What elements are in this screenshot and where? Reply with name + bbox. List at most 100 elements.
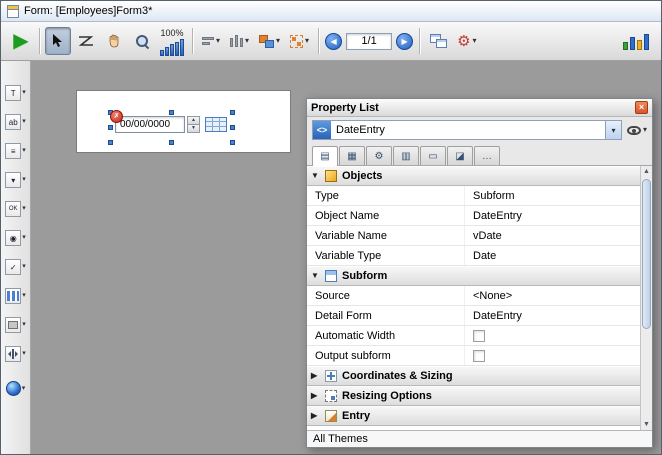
next-page-button[interactable]: ▶ [396,33,413,50]
section-header-subform[interactable]: ▼ Subform [307,266,640,286]
scroll-up-icon[interactable]: ▲ [641,168,652,175]
scroll-down-icon[interactable]: ▼ [641,421,652,428]
property-list-title-bar[interactable]: Property List × [307,99,652,117]
chevron-down-icon: ▾ [22,205,26,213]
dropdown-list-tool[interactable]: ▾ ▾ [5,172,26,188]
button-tool-icon: OK [5,201,21,217]
section-header-resizing-options[interactable]: ▶ Resizing Options [307,386,640,406]
splitter-tool[interactable]: ▾ [5,346,26,362]
object-selector-combo[interactable]: <> DateEntry ▾ [312,120,622,140]
property-list-scrollbar[interactable]: ▲ ▼ [640,166,652,430]
property-row-variable-type: Variable Type Date [307,246,640,266]
tab-more[interactable]: … [474,146,500,165]
themes-filter[interactable]: All Themes [307,430,652,447]
chevron-down-icon[interactable]: ▾ [605,121,621,139]
input-field-tool[interactable]: ab ▾ [5,114,26,130]
zoom-bars-icon[interactable] [160,39,184,56]
zoom-control[interactable]: 100% [160,26,184,56]
section-header-coordinates-sizing[interactable]: ▶ Coordinates & Sizing [307,366,640,386]
stepper-down-icon[interactable]: ▼ [187,125,200,133]
collapse-triangle-icon[interactable]: ▼ [311,172,320,180]
selection-handle[interactable] [169,110,174,115]
close-icon[interactable]: × [635,101,648,114]
collapse-triangle-icon[interactable]: ▶ [311,392,320,400]
distribute-objects-dropdown[interactable]: ▾ [226,27,253,55]
pointer-icon [52,34,64,48]
selection-handle[interactable] [230,110,235,115]
calendar-grid-icon[interactable] [205,117,227,132]
tab-settings[interactable]: ⚙ [366,146,392,165]
selection-handle[interactable] [230,125,235,130]
layering-dropdown[interactable]: ▾ [255,27,284,55]
selection-handle[interactable] [108,140,113,145]
entry-order-icon [78,35,94,47]
tab-appearance[interactable]: ◪ [447,146,473,165]
distribute-icon [230,35,243,47]
checkbox-unchecked[interactable] [473,350,485,362]
next-icon: ▶ [401,37,407,46]
checkbox-unchecked[interactable] [473,330,485,342]
tab-display[interactable]: ▭ [420,146,446,165]
radio-button-tool[interactable]: ◉ ▾ [5,230,26,246]
eye-icon [627,126,641,135]
chevron-down-icon: ▾ [22,234,26,242]
zoom-level-label: 100% [160,29,183,38]
collapse-triangle-icon[interactable]: ▼ [311,272,320,280]
chevron-down-icon: ▾ [22,118,26,126]
previous-page-button[interactable]: ◀ [325,33,342,50]
checkbox-tool[interactable]: ✓ ▾ [5,259,26,275]
chart-wizard-button[interactable] [621,27,655,55]
rectangle-tool[interactable]: ▾ [5,317,26,333]
hand-icon [107,34,121,48]
section-label: Objects [342,170,382,182]
list-tool-icon: ≡ [5,143,21,159]
text-tool[interactable]: T ▾ [5,85,26,101]
visibility-dropdown[interactable]: ▾ [627,126,647,135]
pointer-tool-button[interactable] [45,27,71,55]
property-row-type: Type Subform [307,186,640,206]
property-row-object-name: Object Name DateEntry [307,206,640,226]
form-canvas[interactable]: ✗ 00/00/0000 ▲ ▼ Property List × [31,61,661,454]
zoom-tool-button[interactable] [129,27,155,55]
title-bar[interactable]: Form: [Employees]Form3* [1,1,661,22]
stepper-up-icon[interactable]: ▲ [187,116,200,125]
property-row-output-subform: Output subform [307,346,640,366]
entry-order-tool-button[interactable] [73,27,99,55]
hand-tool-button[interactable] [101,27,127,55]
form-page-area[interactable]: ✗ 00/00/0000 ▲ ▼ [76,90,291,153]
list-box-tool[interactable]: ≡ ▾ [5,143,26,159]
tab-picture[interactable]: ▦ [339,146,365,165]
align-objects-dropdown[interactable]: ▾ [198,27,224,55]
tab-properties[interactable]: ▤ [312,146,338,166]
chevron-down-icon: ▾ [216,37,220,45]
settings-dropdown[interactable]: ⚙ ▾ [453,27,480,55]
button-tool[interactable]: OK ▾ [5,201,26,217]
run-icon: ▶ [13,31,28,51]
section-header-objects[interactable]: ▼ Objects [307,166,640,186]
date-stepper[interactable]: ▲ ▼ [187,116,200,133]
chevron-down-icon: ▾ [22,89,26,97]
collapse-triangle-icon[interactable]: ▶ [311,372,320,380]
object-selector-row: <> DateEntry ▾ ▾ [307,117,652,143]
selection-handle[interactable] [169,140,174,145]
run-form-button[interactable]: ▶ [8,27,34,55]
chevron-down-icon: ▾ [22,263,26,271]
gear-icon: ⚙ [457,34,470,49]
property-row-automatic-width: Automatic Width [307,326,640,346]
section-header-entry[interactable]: ▶ Entry [307,406,640,426]
scrollbar-thumb[interactable] [642,179,651,329]
property-row-source: Source <None> [307,286,640,306]
collapse-triangle-icon[interactable]: ▶ [311,412,320,420]
section-label: Resizing Options [342,390,432,402]
subform-area-tool[interactable]: ▾ [6,381,26,396]
selection-handle[interactable] [230,140,235,145]
button-grid-tool[interactable]: ▾ [5,288,26,304]
previous-icon: ◀ [330,37,336,46]
cube-icon [325,170,337,182]
windows-cascade-button[interactable] [425,27,451,55]
tab-data[interactable]: ▥ [393,146,419,165]
selection-handle[interactable] [108,125,113,130]
grid-options-dropdown[interactable]: ▾ [286,27,313,55]
toolbar: ▶ 100% ▾ [1,22,661,61]
date-entry-field[interactable]: 00/00/0000 [115,116,185,133]
